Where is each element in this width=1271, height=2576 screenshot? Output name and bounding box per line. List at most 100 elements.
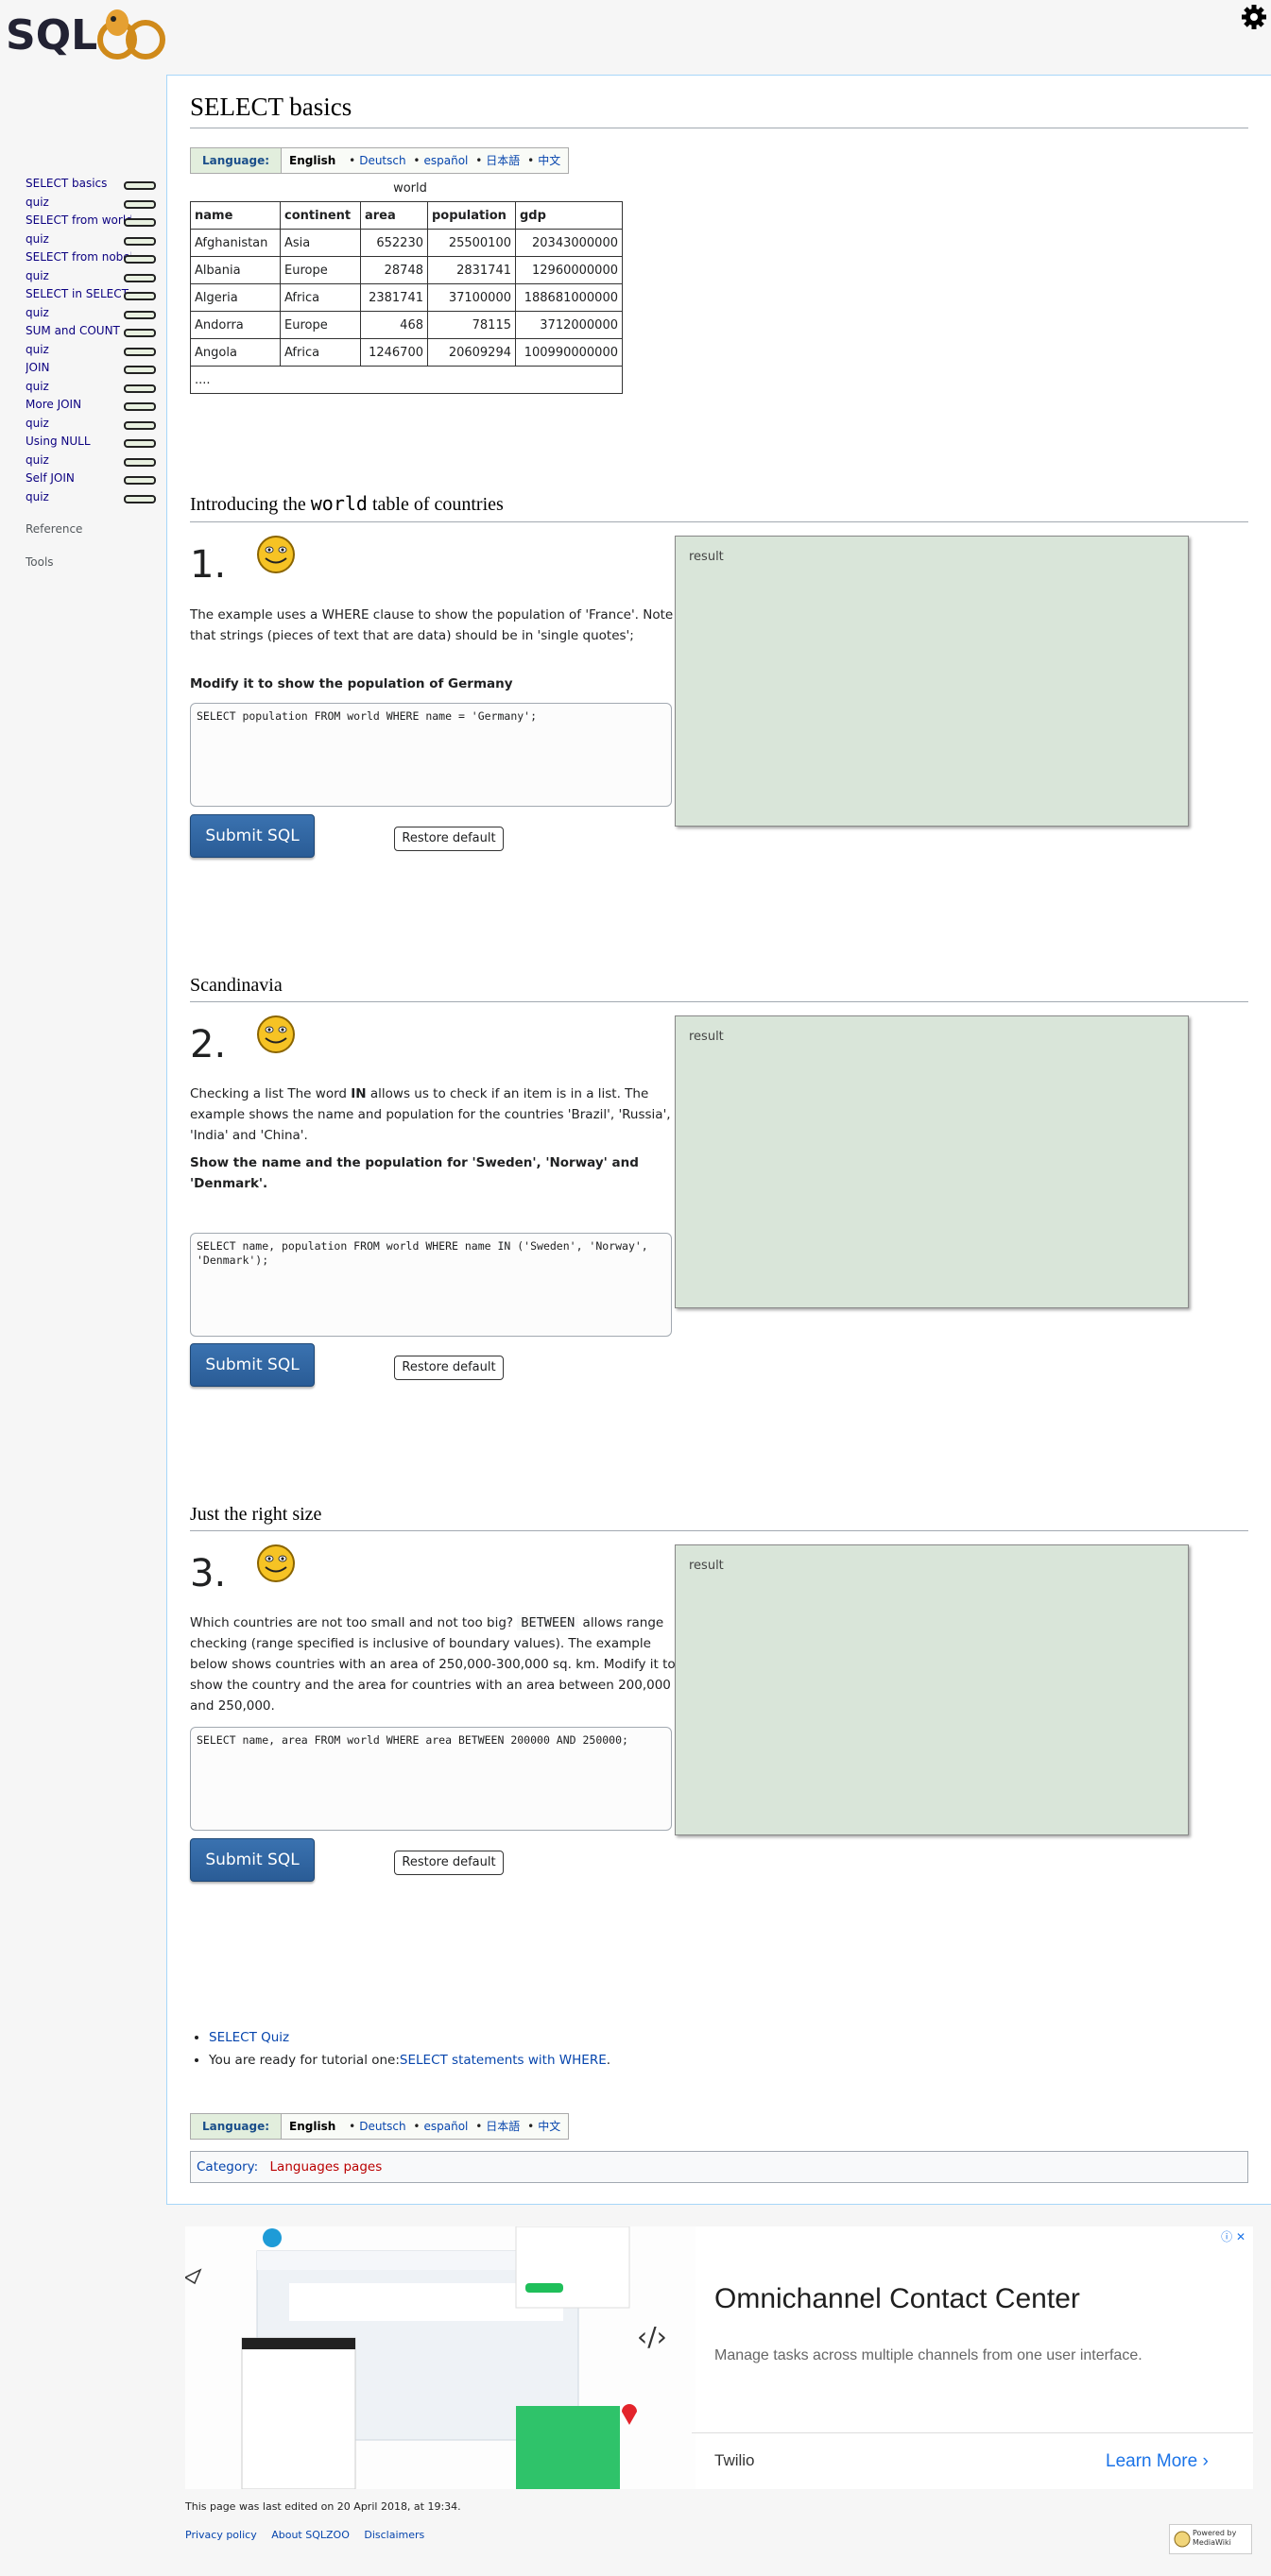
sql-editor[interactable]: SELECT name, area FROM world WHERE area … [190, 1727, 672, 1831]
progress-pill [124, 458, 156, 467]
sidebar-reference[interactable]: Reference [26, 522, 82, 536]
language-link-de[interactable]: Deutsch [359, 154, 405, 167]
category-link[interactable]: Languages pages [270, 2159, 383, 2175]
list-item: SELECT Quiz [209, 2026, 610, 2049]
footer-link-privacy[interactable]: Privacy policy [185, 2529, 257, 2541]
sidebar-item[interactable]: More JOIN [26, 398, 165, 415]
sidebar-link[interactable]: quiz [26, 453, 131, 467]
submit-sql-button[interactable]: Submit SQL [190, 1838, 315, 1882]
table-row: Afghanistan Asia 652230 25500100 2034300… [190, 229, 623, 257]
sidebar-link[interactable]: quiz [26, 306, 131, 319]
table-row: .... [190, 366, 623, 394]
footer-link-about[interactable]: About SQLZOO [271, 2529, 350, 2541]
question-text: Checking a list The word IN allows us to… [190, 1086, 671, 1143]
sidebar-item[interactable]: SELECT in SELECT [26, 287, 165, 304]
divider [190, 521, 1248, 522]
progress-pill [124, 476, 156, 485]
site-logo[interactable]: SQL [6, 0, 166, 66]
language-link-es[interactable]: español [424, 2120, 469, 2133]
sidebar-link[interactable]: quiz [26, 269, 131, 282]
sidebar-tools[interactable]: Tools [26, 555, 54, 569]
submit-sql-button[interactable]: Submit SQL [190, 814, 315, 858]
sidebar-item[interactable]: quiz [26, 269, 165, 286]
table-cell: Africa [280, 338, 361, 367]
language-link-zh[interactable]: 中文 [538, 154, 560, 167]
ad-learn-more-link[interactable]: Learn More › [1106, 2451, 1209, 2472]
sidebar-item[interactable]: Self JOIN [26, 471, 165, 488]
table-row: Albania Europe 28748 2831741 12960000000 [190, 256, 623, 284]
language-link-de[interactable]: Deutsch [359, 2120, 405, 2133]
language-link-zh[interactable]: 中文 [538, 2120, 560, 2133]
sidebar-link[interactable]: quiz [26, 380, 131, 393]
sidebar-link[interactable]: quiz [26, 417, 131, 430]
column-header: continent [280, 201, 361, 230]
page-title: SELECT basics [190, 93, 352, 121]
language-current: English [289, 154, 336, 167]
table-row: Angola Africa 1246700 20609294 100990000… [190, 338, 623, 367]
sidebar-item[interactable]: SELECT basics [26, 177, 165, 194]
section-heading-intro: Introducing the world table of countries [190, 492, 504, 515]
language-label: Language: [191, 2114, 283, 2139]
sidebar-link[interactable]: quiz [26, 196, 131, 209]
sidebar-link[interactable]: SELECT in SELECT [26, 287, 131, 300]
result-panel: result [675, 1015, 1189, 1308]
result-label: result [689, 1030, 724, 1044]
sql-editor[interactable]: SELECT population FROM world WHERE name … [190, 703, 672, 807]
sidebar-link[interactable]: JOIN [26, 361, 131, 374]
table-cell: 25500100 [427, 229, 516, 257]
sidebar-item[interactable]: quiz [26, 306, 165, 323]
sidebar-item[interactable]: quiz [26, 490, 165, 507]
sidebar-item[interactable]: quiz [26, 417, 165, 434]
sql-editor[interactable]: SELECT name, population FROM world WHERE… [190, 1233, 672, 1337]
sidebar-item[interactable]: SELECT from world [26, 213, 165, 230]
sidebar-item[interactable]: JOIN [26, 361, 165, 378]
sidebar-item[interactable]: quiz [26, 453, 165, 470]
sidebar-link[interactable]: SELECT from nobel [26, 250, 131, 264]
restore-default-button[interactable]: Restore default [394, 1851, 504, 1875]
sidebar-link[interactable]: SELECT from world [26, 213, 131, 227]
progress-pill [124, 200, 156, 209]
advertisement[interactable]: ‹/› Omnichannel Contact Center Manage ta… [185, 2226, 1253, 2489]
sidebar-item[interactable]: SELECT from nobel [26, 250, 165, 267]
language-link-ja[interactable]: 日本語 [486, 154, 520, 167]
footer-links: Privacy policy About SQLZOO Disclaimers [185, 2529, 436, 2541]
column-header: name [190, 201, 281, 230]
sidebar-link[interactable]: quiz [26, 490, 131, 503]
settings-gear-icon[interactable] [1241, 4, 1267, 30]
language-label: Language: [191, 148, 283, 173]
submit-sql-button[interactable]: Submit SQL [190, 1343, 315, 1387]
ad-title[interactable]: Omnichannel Contact Center [714, 2283, 1080, 2315]
quiz-link[interactable]: SELECT Quiz [209, 2030, 289, 2045]
table-cell: 188681000000 [515, 283, 623, 312]
sidebar-item[interactable]: SUM and COUNT [26, 324, 165, 341]
restore-default-button[interactable]: Restore default [394, 827, 504, 851]
restore-default-button[interactable]: Restore default [394, 1356, 504, 1380]
sidebar-item[interactable]: quiz [26, 380, 165, 397]
table-cell: 37100000 [427, 283, 516, 312]
result-label: result [689, 550, 724, 564]
sidebar-item[interactable]: quiz [26, 343, 165, 360]
category-label-link[interactable]: Category: [197, 2159, 258, 2175]
table-cell: Algeria [190, 283, 281, 312]
sidebar-item[interactable]: quiz [26, 232, 165, 249]
sidebar-link[interactable]: SELECT basics [26, 177, 131, 190]
language-link-ja[interactable]: 日本語 [486, 2120, 520, 2133]
table-caption: world [393, 181, 427, 196]
progress-pill [124, 384, 156, 393]
table-more: .... [190, 366, 623, 394]
table-cell: 2381741 [360, 283, 428, 312]
next-tutorial-link[interactable]: SELECT statements with WHERE [400, 2053, 607, 2068]
language-link-es[interactable]: español [424, 154, 469, 167]
divider [190, 1001, 1248, 1002]
powered-by-mediawiki-badge[interactable]: Powered by MediaWiki [1169, 2524, 1252, 2554]
sidebar-link[interactable]: More JOIN [26, 398, 131, 411]
ad-choices-icon[interactable]: ⓘ ✕ [1221, 2228, 1245, 2244]
footer-link-disclaimers[interactable]: Disclaimers [364, 2529, 424, 2541]
sidebar-link[interactable]: Using NULL [26, 435, 131, 448]
sidebar-link[interactable]: quiz [26, 232, 131, 246]
sidebar-link[interactable]: Self JOIN [26, 471, 131, 485]
sidebar-item[interactable]: Using NULL [26, 435, 165, 452]
sidebar-link[interactable]: quiz [26, 343, 131, 356]
sidebar-link[interactable]: SUM and COUNT [26, 324, 131, 337]
sidebar-item[interactable]: quiz [26, 196, 165, 213]
